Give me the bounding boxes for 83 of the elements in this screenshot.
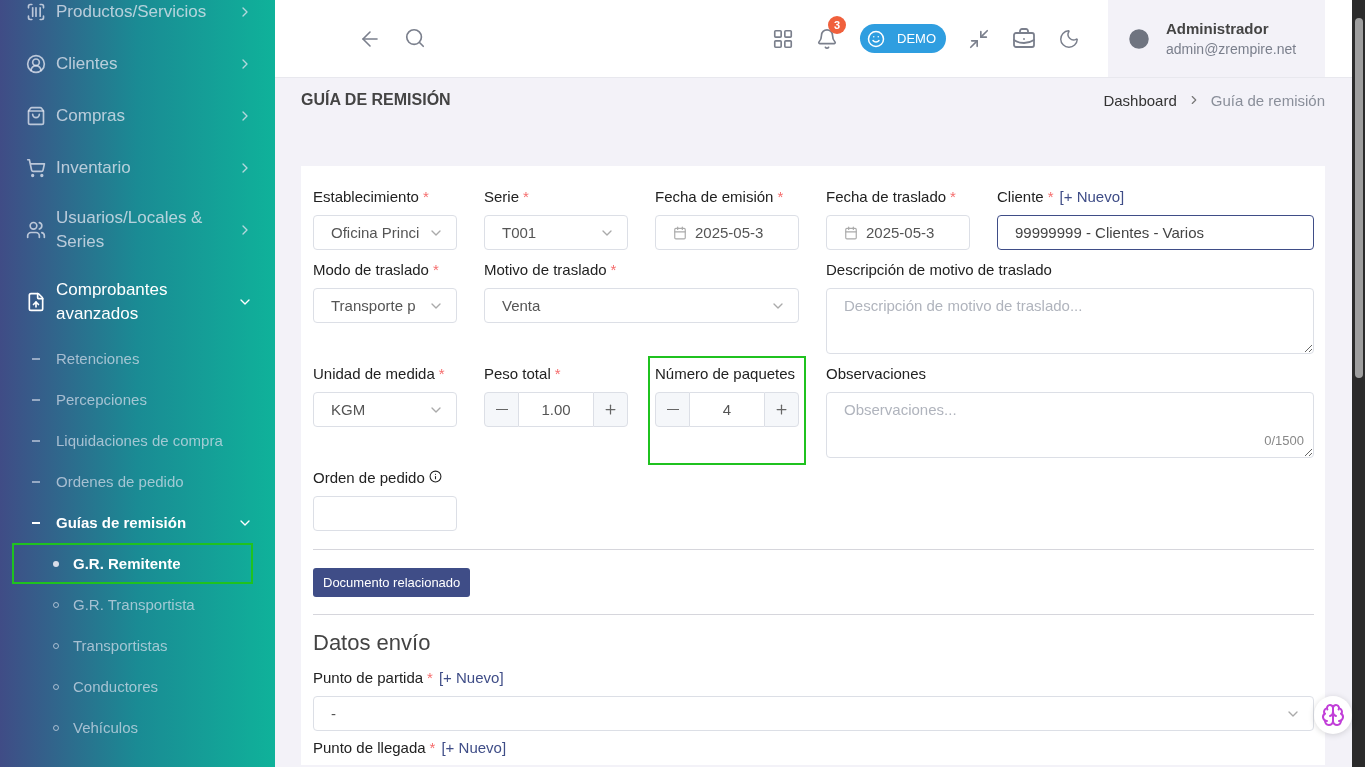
bag-icon [26,106,46,126]
dash-icon [32,439,40,442]
barcode-icon [26,2,46,22]
smile-icon [867,29,885,48]
field-label: Fecha de emisión [655,188,774,205]
user-menu[interactable]: Administrador admin@zrempire.net [1108,0,1325,77]
assistant-button[interactable] [1314,696,1352,734]
select-field[interactable]: - [313,696,1314,731]
brain-icon [1321,703,1345,727]
required-mark: * [429,739,436,756]
new-link[interactable]: [+ Nuevo] [441,739,507,756]
search-icon[interactable] [404,26,426,49]
field-label: Establecimiento [313,188,419,205]
select-field[interactable]: Transporte p [313,288,457,323]
briefcase-icon[interactable] [1012,26,1036,51]
required-mark: * [432,261,439,278]
required-mark: * [438,365,445,382]
related-document-button[interactable]: Documento relacionado [313,568,471,597]
user-name: Administrador [1166,20,1270,37]
file-upload-icon [26,292,46,312]
bell-icon[interactable] [816,27,838,50]
input-field[interactable] [313,496,457,531]
date-field[interactable]: 2025-05-3 [826,215,970,250]
sidebar-item[interactable]: Comprobantes avanzados [0,266,275,338]
field-label: Punto de llegada [313,739,426,756]
field-label: Modo de traslado [313,261,429,278]
user-circle-icon [26,54,46,74]
cart-icon [26,158,46,178]
date-field[interactable]: 2025-05-3 [655,215,799,250]
section-title: Datos envío [313,630,432,656]
required-mark: * [523,188,529,205]
grid-icon[interactable] [772,27,794,50]
submenu-item[interactable]: Guías de remisión [0,502,275,543]
field-label: Serie [484,188,520,205]
submenu-item[interactable]: G.R. Remitente [12,543,253,584]
page-title: GUÍA DE REMISIÓN [301,91,452,109]
plus-icon [774,402,789,417]
input-field[interactable]: 99999999 - Clientes - Varios [997,215,1314,250]
select-field[interactable]: Venta [484,288,799,323]
scrollbar[interactable] [1352,0,1365,767]
required-mark: * [554,365,561,382]
dash-icon [32,480,40,483]
user-email: admin@zrempire.net [1166,41,1297,57]
char-counter: 0/1500 [1264,433,1304,448]
required-mark: * [422,188,429,205]
calendar-icon [673,225,687,240]
field-label: Peso total [484,365,551,382]
bullet-icon [53,560,59,567]
plus-icon [603,402,618,417]
field-label: Fecha de traslado [826,188,947,205]
breadcrumb-item[interactable]: Dashboard [1103,91,1177,109]
moon-icon[interactable] [1058,27,1080,50]
dash-icon [32,357,40,360]
people-icon [26,220,46,240]
required-mark: * [777,188,784,205]
number-field[interactable]: 4 [690,392,764,427]
required-mark: * [1047,188,1054,205]
number-field[interactable]: 1.00 [519,392,593,427]
minus-icon [495,408,508,411]
collapse-icon[interactable] [968,27,990,50]
field-label: Observaciones [826,365,927,382]
field-label: Motivo de traslado [484,261,607,278]
field-label: Cliente [997,188,1044,205]
field-label: Unidad de medida [313,365,435,382]
dash-icon [32,521,40,524]
field-label: Número de paquetes [655,365,796,382]
field-label: Descripción de motivo de traslado [826,261,1052,278]
notification-badge: 3 [828,15,846,34]
new-link[interactable]: [+ Nuevo] [438,669,504,686]
required-mark: * [427,669,433,686]
new-link[interactable]: [+ Nuevo] [1059,188,1125,205]
breadcrumb-item: Guía de remisión [1210,91,1325,109]
minus-icon [666,408,679,411]
select-field[interactable]: Oficina Princi [313,215,457,250]
required-mark: * [610,261,617,278]
dash-icon [32,398,40,401]
field-label: Orden de pedido [313,469,425,486]
field-label: Punto de partida [313,669,424,686]
calendar-icon [844,225,858,240]
text-area[interactable]: Descripción de motivo de traslado... [826,288,1314,354]
required-mark: * [950,188,956,205]
select-field[interactable]: T001 [484,215,628,250]
select-field[interactable]: KGM [313,392,457,427]
